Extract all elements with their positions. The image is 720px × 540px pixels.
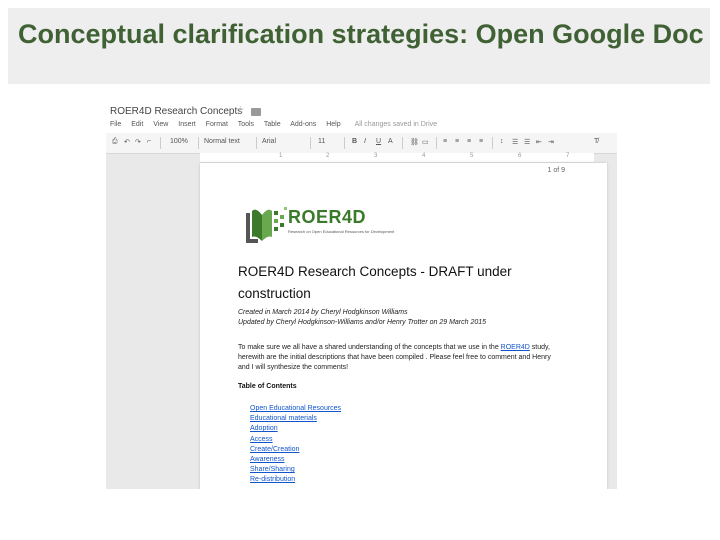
- ruler-mark: 5: [470, 153, 474, 159]
- intro-paragraph: To make sure we all have a shared unders…: [238, 343, 558, 373]
- star-icon[interactable]: ☆: [236, 105, 245, 116]
- paint-format-icon[interactable]: ⌐: [147, 138, 151, 145]
- align-left-icon[interactable]: ≡: [443, 138, 447, 145]
- increase-indent-icon[interactable]: ⇥: [548, 138, 554, 146]
- folder-icon[interactable]: [251, 108, 261, 116]
- updated-line: Updated by Cheryl Hodgkinson-Williams an…: [238, 319, 487, 326]
- menu-bar: File Edit View Insert Format Tools Table…: [110, 121, 445, 128]
- menu-view[interactable]: View: [153, 121, 168, 128]
- toolbar: ⎙ ↶ ↷ ⌐ 100% Normal text Arial 11 B I U …: [106, 133, 617, 154]
- doc-header: ROER4D Research Concepts ☆ File Edit Vie…: [106, 103, 617, 133]
- redo-icon[interactable]: ↷: [135, 138, 141, 146]
- align-justify-icon[interactable]: ≡: [479, 138, 483, 145]
- menu-edit[interactable]: Edit: [131, 121, 143, 128]
- toc-link[interactable]: Open Educational Resources: [250, 404, 341, 414]
- comment-icon[interactable]: ▭: [422, 138, 429, 146]
- created-line: Created in March 2014 by Cheryl Hodgkins…: [238, 309, 408, 316]
- roer4d-logo: ROER4D Research on Open Educational Reso…: [244, 203, 444, 249]
- font-select[interactable]: Arial: [262, 138, 276, 145]
- toc-link[interactable]: Educational materials: [250, 414, 341, 424]
- menu-table[interactable]: Table: [264, 121, 281, 128]
- toolbar-divider: [402, 137, 403, 149]
- align-center-icon[interactable]: ≡: [455, 138, 459, 145]
- text-color-icon[interactable]: A: [388, 138, 393, 145]
- menu-help[interactable]: Help: [326, 121, 340, 128]
- ruler-mark: 6: [518, 153, 522, 159]
- roer4d-logo-mark: [246, 207, 287, 243]
- toc-heading: Table of Contents: [238, 383, 297, 390]
- print-icon[interactable]: ⎙: [112, 138, 118, 146]
- toc-link[interactable]: Access: [250, 435, 341, 445]
- menu-format[interactable]: Format: [206, 121, 228, 128]
- logo-name: ROER4D: [288, 207, 367, 227]
- undo-icon[interactable]: ↶: [124, 138, 130, 146]
- menu-file[interactable]: File: [110, 121, 121, 128]
- document-page[interactable]: 1 of 9 ROER4D Research on Open Education…: [200, 163, 607, 489]
- toolbar-divider: [198, 137, 199, 149]
- zoom-select[interactable]: 100%: [170, 138, 188, 145]
- toolbar-divider: [160, 137, 161, 149]
- underline-icon[interactable]: U: [376, 138, 381, 145]
- page-count: 1 of 9: [547, 167, 565, 174]
- bold-icon[interactable]: B: [352, 138, 357, 145]
- italic-icon[interactable]: I: [364, 138, 366, 145]
- saved-status: All changes saved in Drive: [354, 121, 438, 128]
- clear-formatting-icon[interactable]: T̸: [594, 138, 598, 145]
- menu-addons[interactable]: Add-ons: [290, 121, 316, 128]
- intro-text-start: To make sure we all have a shared unders…: [238, 344, 501, 351]
- ruler-mark: 1: [279, 153, 283, 159]
- style-select[interactable]: Normal text: [204, 138, 240, 145]
- numbered-list-icon[interactable]: ☰: [512, 138, 518, 146]
- slide-title: Conceptual clarification strategies: Ope…: [18, 19, 704, 49]
- menu-tools[interactable]: Tools: [238, 121, 254, 128]
- toc-link[interactable]: Awareness: [250, 455, 341, 465]
- ruler-mark: 7: [566, 153, 570, 159]
- toolbar-divider: [344, 137, 345, 149]
- ruler-mark: 3: [374, 153, 378, 159]
- toc-link[interactable]: Create/Creation: [250, 445, 341, 455]
- toolbar-divider: [310, 137, 311, 149]
- toolbar-divider: [256, 137, 257, 149]
- align-right-icon[interactable]: ≡: [467, 138, 471, 145]
- ruler: 1 2 3 4 5 6 7: [200, 153, 594, 163]
- ruler-mark: 4: [422, 153, 426, 159]
- toc-link[interactable]: Re-distribution: [250, 475, 341, 485]
- logo-subtitle: Research on Open Educational Resources f…: [288, 229, 395, 234]
- toolbar-divider: [492, 137, 493, 149]
- google-doc-screenshot: ROER4D Research Concepts ☆ File Edit Vie…: [106, 103, 617, 489]
- toc-link[interactable]: Adoption: [250, 424, 341, 434]
- document-heading: ROER4D Research Concepts - DRAFT under c…: [238, 264, 512, 301]
- ruler-mark: 2: [326, 153, 330, 159]
- bulleted-list-icon[interactable]: ☰: [524, 138, 530, 146]
- line-spacing-icon[interactable]: ↕: [500, 138, 504, 145]
- toc-link[interactable]: Share/Sharing: [250, 465, 341, 475]
- link-icon[interactable]: ⛓: [410, 138, 419, 146]
- decrease-indent-icon[interactable]: ⇤: [536, 138, 542, 146]
- document-meta: Created in March 2014 by Cheryl Hodgkins…: [238, 308, 486, 328]
- doc-title[interactable]: ROER4D Research Concepts: [110, 106, 242, 117]
- menu-insert[interactable]: Insert: [178, 121, 196, 128]
- roer4d-link[interactable]: ROER4D: [501, 344, 530, 351]
- toolbar-divider: [436, 137, 437, 149]
- font-size-select[interactable]: 11: [318, 138, 325, 145]
- slide-title-bar: Conceptual clarification strategies: Ope…: [8, 8, 710, 84]
- table-of-contents: Open Educational Resources Educational m…: [250, 404, 341, 486]
